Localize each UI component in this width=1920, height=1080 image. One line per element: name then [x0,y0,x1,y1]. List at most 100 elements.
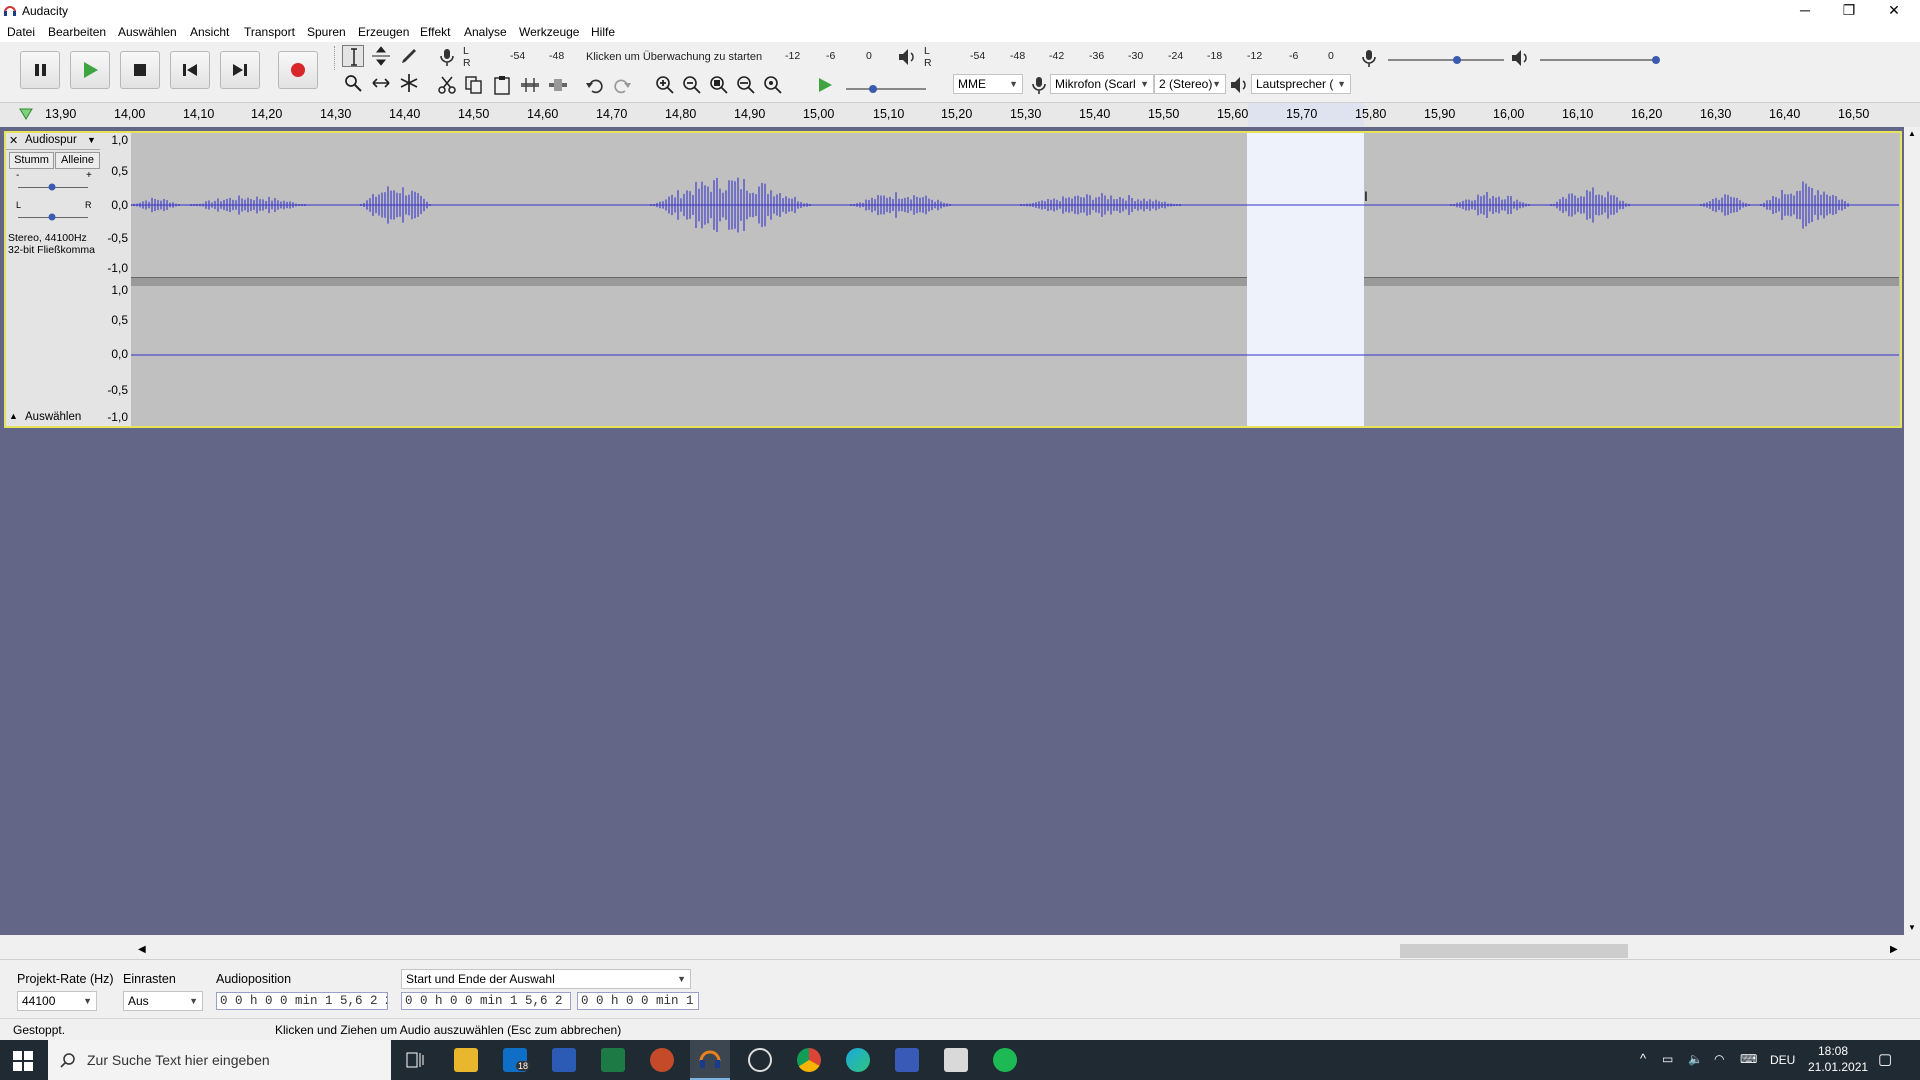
fit-selection-icon[interactable] [708,74,730,96]
skip-to-start-button[interactable] [170,51,210,89]
stop-button[interactable] [120,51,160,89]
chrome-icon[interactable] [797,1048,821,1072]
scroll-right-icon[interactable]: ▶ [1890,944,1898,955]
silence-audio-icon[interactable] [547,74,569,96]
scroll-left-icon[interactable]: ◀ [138,944,146,955]
snap-select[interactable]: Aus ▼ [123,991,203,1011]
menu-bearbeiten[interactable]: Bearbeiten [48,25,106,39]
mail-icon[interactable]: 18 [503,1048,531,1072]
word-icon[interactable] [552,1048,576,1072]
skip-to-end-button[interactable] [220,51,260,89]
mute-button[interactable]: Stumm [9,152,54,169]
scroll-up-icon[interactable]: ▲ [1908,129,1916,138]
selection-start-field[interactable]: 0 0 h 0 0 min 1 5,6 2 2 sec [401,992,571,1010]
monitor-icon[interactable]: ▭ [1662,1052,1673,1066]
envelope-tool[interactable] [370,45,392,67]
record-volume-slider[interactable] [1388,59,1504,61]
speaker-icon[interactable] [896,46,918,68]
tray-chevron-icon[interactable]: ^ [1640,1051,1646,1066]
taskbar-search[interactable]: Zur Suche Text hier eingeben [48,1040,391,1080]
cut-icon[interactable] [436,74,458,96]
audacity-task-active[interactable] [690,1040,730,1080]
menu-erzeugen[interactable]: Erzeugen [358,25,409,39]
language-indicator[interactable]: DEU [1770,1053,1795,1067]
scroll-down-icon[interactable]: ▼ [1908,923,1916,932]
record-button[interactable] [278,51,318,89]
network-icon[interactable]: ◠ [1714,1052,1724,1066]
playback-volume-slider[interactable] [1540,59,1658,61]
timeline-ruler[interactable]: 13,90 14,00 14,10 14,20 14,30 14,40 14,5… [0,103,1920,128]
paste-icon[interactable] [491,74,513,96]
notifications-icon[interactable]: ▢ [1878,1050,1892,1068]
menu-transport[interactable]: Transport [244,25,295,39]
undo-icon[interactable] [584,74,606,96]
microphone-icon[interactable] [436,46,458,68]
horizontal-scrollbar[interactable]: ◀ ▶ [135,943,1905,959]
image-editor-icon[interactable] [895,1048,919,1072]
selection-mode-select[interactable]: Start und Ende der Auswahl ▼ [401,969,691,989]
zoom-in-icon[interactable] [654,74,676,96]
file-explorer-icon[interactable] [454,1048,478,1072]
menu-effekt[interactable]: Effekt [420,25,450,39]
zoom-out-icon[interactable] [681,74,703,96]
toolbar-grip[interactable] [334,46,338,70]
zoom-toggle-icon[interactable] [762,74,784,96]
spotify-icon[interactable] [993,1048,1017,1072]
track-name-button[interactable]: Audiospur [25,134,77,146]
pause-button[interactable] [20,51,60,89]
close-window-button[interactable]: ✕ [1872,0,1916,22]
draw-tool[interactable] [398,45,420,67]
copy-icon[interactable] [463,74,485,96]
trim-audio-icon[interactable] [519,74,541,96]
fit-project-icon[interactable] [735,74,757,96]
slider-thumb-icon[interactable] [47,182,57,192]
powerpoint-icon[interactable] [650,1048,674,1072]
playback-meter[interactable]: -54 -48 -42 -36 -30 -24 -18 -12 -6 0 [936,48,1336,64]
select-track-button[interactable]: ▲ Auswählen [6,409,100,425]
play-speed-slider[interactable] [846,88,926,90]
menu-hilfe[interactable]: Hilfe [591,25,615,39]
menu-analyse[interactable]: Analyse [464,25,507,39]
excel-icon[interactable] [601,1048,625,1072]
minimize-button[interactable]: ─ [1783,0,1827,22]
menu-datei[interactable]: Datei [7,25,35,39]
menu-werkzeuge[interactable]: Werkzeuge [519,25,579,39]
selection-tool[interactable] [342,45,364,67]
slider-thumb-icon[interactable] [1451,52,1463,66]
task-view-icon[interactable] [403,1048,427,1072]
selection-end-field[interactable]: 0 0 h 0 0 min 1 5,7 9 [577,992,699,1010]
obs-icon[interactable] [748,1048,772,1072]
play-button[interactable] [70,51,110,89]
recording-device-select[interactable]: Mikrofon (Scarl ▼ [1050,74,1154,94]
windows-start-icon[interactable] [12,1050,34,1072]
vertical-scrollbar[interactable]: ▲ ▼ [1904,127,1920,935]
clock-date[interactable]: 21.01.2021 [1808,1060,1868,1074]
record-meter[interactable]: -54 -48 Klicken um Überwachung zu starte… [474,48,874,64]
clock-time[interactable]: 18:08 [1818,1044,1848,1058]
volume-icon[interactable]: 🔈 [1688,1052,1703,1066]
edge-icon[interactable] [846,1048,870,1072]
channels-select[interactable]: 2 (Stereo) ▼ [1154,74,1226,94]
amplitude-scale[interactable]: 1,0 0,5 0,0 -0,5 -1,0 1,0 0,5 0,0 -0,5 -… [100,133,132,426]
collapse-icon[interactable]: ▲ [9,411,18,421]
horizontal-scroll-thumb[interactable] [1400,944,1628,958]
redo-icon[interactable] [611,74,633,96]
menu-ansicht[interactable]: Ansicht [190,25,229,39]
app-window-icon[interactable] [944,1048,968,1072]
playback-device-select[interactable]: Lautsprecher (▼ [1251,74,1351,94]
slider-thumb-icon[interactable] [867,81,879,95]
zoom-tool[interactable] [342,72,364,94]
keyboard-icon[interactable]: ⌨ [1740,1052,1757,1066]
play-at-speed-icon[interactable] [814,74,836,96]
maximize-button[interactable]: ❐ [1827,0,1871,22]
solo-button[interactable]: Alleine [55,152,100,169]
chevron-down-icon[interactable]: ▼ [87,135,96,145]
project-rate-select[interactable]: 44100 ▼ [17,991,97,1011]
slider-thumb-icon[interactable] [47,212,57,222]
timeshift-tool[interactable] [370,72,392,94]
audio-host-select[interactable]: MME ▼ [953,74,1023,94]
multi-tool[interactable] [398,72,420,94]
menu-spuren[interactable]: Spuren [307,25,346,39]
slider-thumb-icon[interactable] [1650,52,1662,66]
menu-auswaehlen[interactable]: Auswählen [118,25,177,39]
